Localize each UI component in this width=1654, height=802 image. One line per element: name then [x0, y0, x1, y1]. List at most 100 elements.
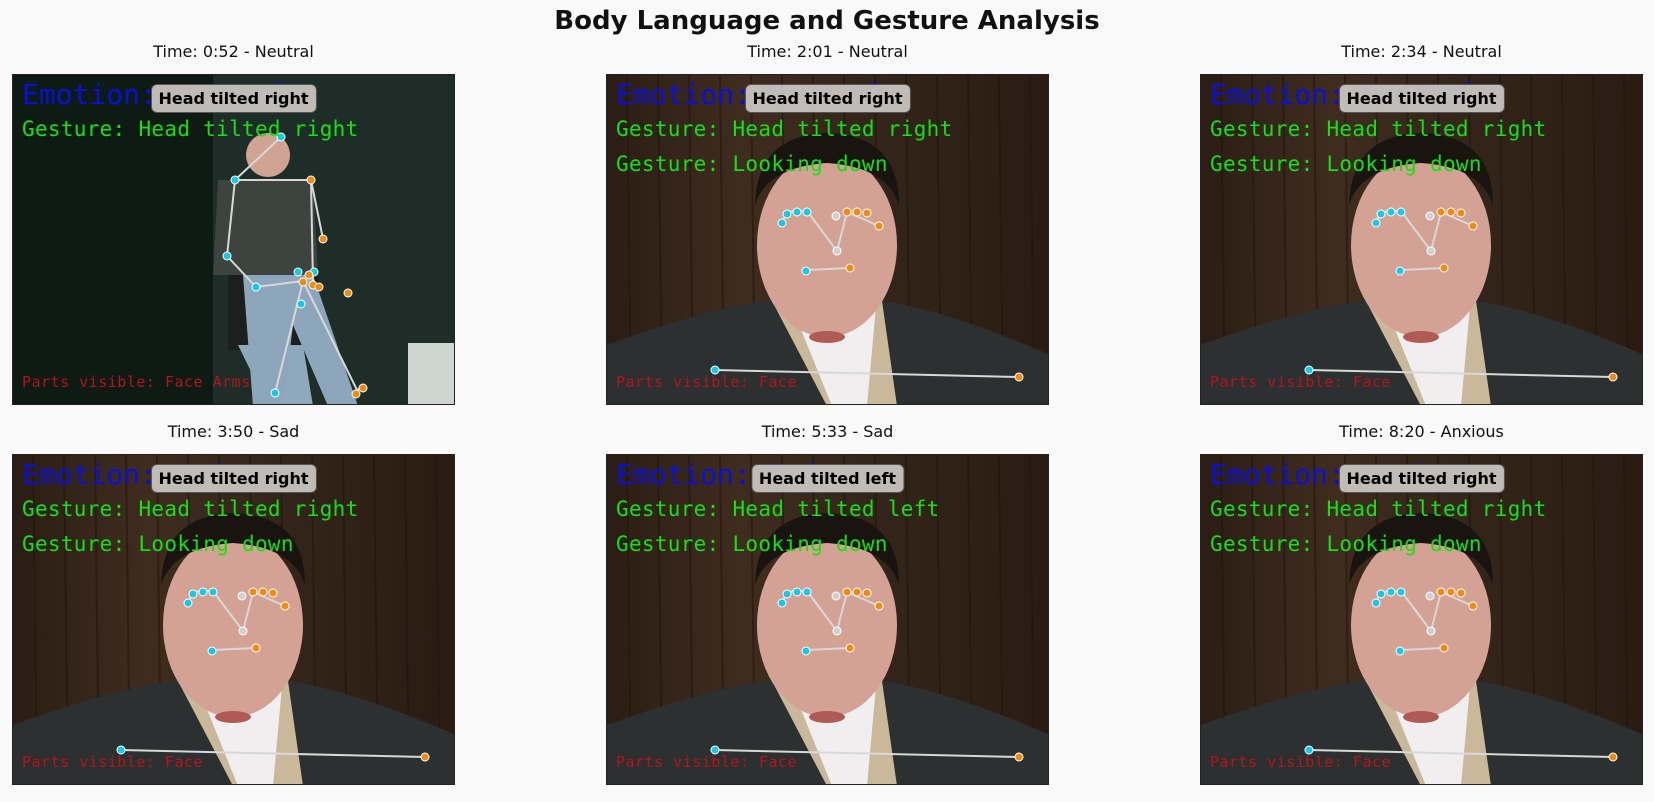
keypoint-right	[298, 277, 308, 287]
keypoint-right	[845, 643, 855, 653]
parts-visible-overlay: Parts visible: Face	[1210, 373, 1392, 391]
keypoint-left	[293, 267, 303, 277]
keypoint-right	[1468, 221, 1478, 231]
keypoint-right	[842, 207, 852, 217]
keypoint-right	[862, 588, 872, 598]
keypoint-left	[1376, 589, 1386, 599]
keypoint-center	[831, 591, 841, 601]
video-frame: Emotion: AnxiousGesture: Head tilted rig…	[1200, 454, 1643, 785]
keypoint-center	[832, 626, 842, 636]
keypoint-right	[1439, 643, 1449, 653]
keypoint-right	[251, 643, 261, 653]
keypoint-left	[792, 207, 802, 217]
video-frame: Emotion: NeutralGesture: Head tilted rig…	[1200, 74, 1643, 405]
keypoint-right	[318, 234, 328, 244]
keypoint-center	[237, 591, 247, 601]
parts-visible-overlay: Parts visible: Face	[22, 753, 204, 771]
mouth	[1403, 711, 1439, 723]
keypoint-left	[1371, 218, 1381, 228]
keypoint-left	[802, 207, 812, 217]
keypoint-left	[801, 646, 811, 656]
keypoint-left	[222, 251, 232, 261]
keypoint-left	[270, 388, 280, 398]
video-frame: Emotion: Sad Gesture: Head tilted left Ges…	[606, 454, 1049, 785]
keypoint-center	[1426, 246, 1436, 256]
keypoint-left	[1396, 587, 1406, 597]
keypoint-right	[842, 587, 852, 597]
keypoint-left	[792, 587, 802, 597]
mouth	[1403, 331, 1439, 343]
panel-title: Time: 3:50 - Sad	[167, 422, 300, 441]
keypoint-left	[188, 589, 198, 599]
gesture-overlay: Gesture: Head tilted right	[22, 117, 359, 141]
keypoint-right	[852, 207, 862, 217]
analysis-panel: Time: 5:33 - Sad Emotion: Sad Gesture: Hea…	[606, 422, 1049, 792]
keypoint-left	[801, 266, 811, 276]
gesture-badge: Head tilted right	[1338, 84, 1505, 113]
keypoint-left	[1395, 646, 1405, 656]
keypoint-left	[802, 587, 812, 597]
face	[163, 533, 303, 717]
keypoint-right	[874, 601, 884, 611]
keypoint-right	[1608, 752, 1618, 762]
keypoint-center	[1426, 626, 1436, 636]
keypoint-right	[248, 587, 258, 597]
keypoint-right	[874, 221, 884, 231]
keypoint-left	[183, 598, 193, 608]
keypoint-center	[238, 626, 248, 636]
panel-title: Time: 0:52 - Neutral	[153, 42, 314, 61]
keypoint-center	[831, 211, 841, 221]
keypoint-left	[198, 587, 208, 597]
keypoint-right	[1456, 208, 1466, 218]
keypoint-right	[1446, 587, 1456, 597]
video-frame: Emotion: NeutralGesture: Head tilted rig…	[606, 74, 1049, 405]
mouth	[215, 711, 251, 723]
figure-title: Body Language and Gesture Analysis	[554, 6, 1100, 36]
parts-visible-overlay: Parts visible: Face	[616, 373, 798, 391]
panel-title: Time: 2:34 - Neutral	[1341, 42, 1502, 61]
gesture-overlay: Gesture: Looking down	[1210, 152, 1482, 176]
keypoint-right	[845, 263, 855, 273]
analysis-panel: Time: 0:52 - Neutral Emotion: NeutralGest…	[12, 42, 455, 412]
keypoint-right	[1014, 372, 1024, 382]
keypoint-right	[314, 282, 324, 292]
panel-title: Time: 8:20 - Anxious	[1339, 422, 1504, 441]
gesture-overlay: Gesture: Looking down	[22, 532, 294, 556]
keypoint-left	[1386, 587, 1396, 597]
gesture-badge: Head tilted right	[150, 464, 317, 493]
keypoint-right	[268, 588, 278, 598]
analysis-panel: Time: 2:01 - Neutral Emotion: NeutralGest…	[606, 42, 1049, 412]
video-frame: Emotion: NeutralGesture: Head tilted rig…	[12, 74, 455, 405]
keypoint-center	[1425, 211, 1435, 221]
keypoint-right	[1446, 207, 1456, 217]
gesture-overlay: Gesture: Head tilted left	[616, 497, 940, 521]
face	[1351, 533, 1491, 717]
keypoint-right	[1468, 601, 1478, 611]
panel-title: Time: 2:01 - Neutral	[747, 42, 908, 61]
keypoint-left	[782, 209, 792, 219]
keypoint-left	[208, 587, 218, 597]
gesture-overlay: Gesture: Looking down	[1210, 532, 1482, 556]
keypoint-left	[1371, 598, 1381, 608]
analysis-panel: Time: 3:50 - Sad Emotion: Sad Gesture: Hea…	[12, 422, 455, 792]
keypoint-right	[343, 288, 353, 298]
keypoint-right	[1436, 587, 1446, 597]
keypoint-left	[777, 598, 787, 608]
analysis-panel: Time: 8:20 - Anxious Emotion: AnxiousGest…	[1200, 422, 1643, 792]
keypoint-center	[832, 246, 842, 256]
gesture-overlay: Gesture: Looking down	[616, 532, 888, 556]
keypoint-right	[1436, 207, 1446, 217]
gesture-overlay: Gesture: Head tilted right	[22, 497, 359, 521]
keypoint-right	[852, 587, 862, 597]
analysis-panel: Time: 2:34 - Neutral Emotion: NeutralGest…	[1200, 42, 1643, 412]
keypoint-right	[258, 587, 268, 597]
gesture-badge: Head tilted left	[750, 464, 905, 493]
face	[757, 153, 897, 337]
keypoint-right	[358, 383, 368, 393]
keypoint-right	[1014, 752, 1024, 762]
keypoint-right	[1456, 588, 1466, 598]
cardigan	[213, 180, 318, 275]
mouth	[809, 331, 845, 343]
gesture-badge: Head tilted right	[1338, 464, 1505, 493]
keypoint-right	[420, 752, 430, 762]
